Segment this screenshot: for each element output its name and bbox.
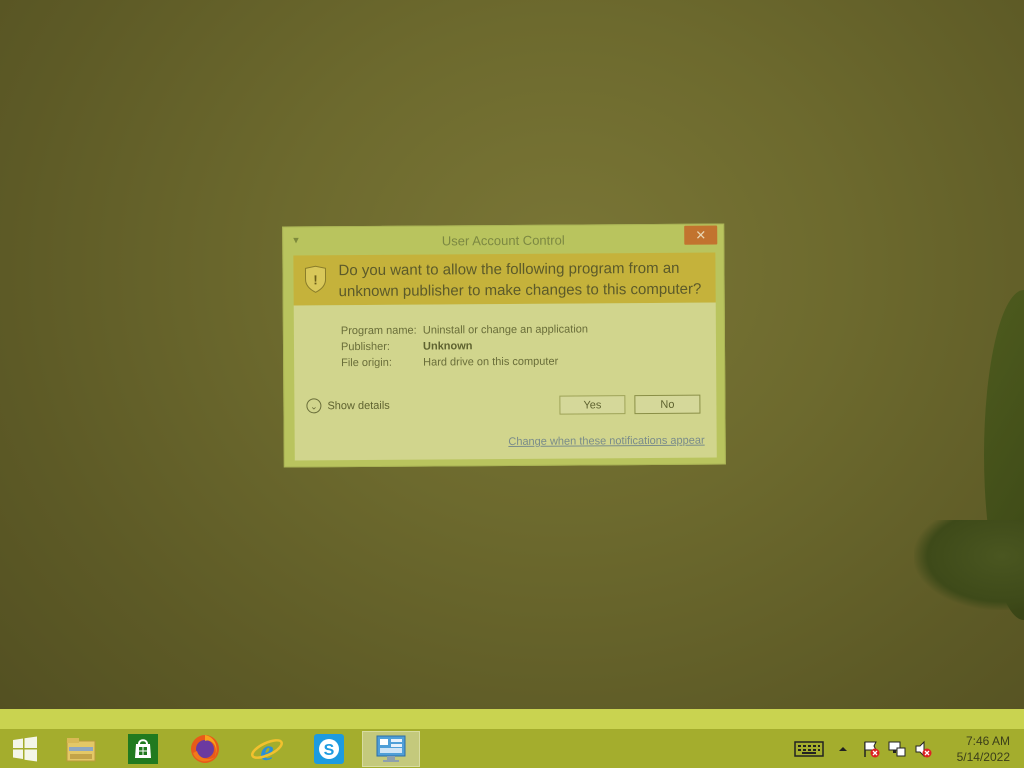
svg-text:!: !: [313, 272, 317, 287]
taskbar-uac-window[interactable]: [362, 731, 420, 767]
dialog-title: User Account Control: [441, 232, 565, 249]
yes-button[interactable]: Yes: [559, 395, 626, 415]
detail-value: Unknown: [422, 340, 473, 353]
network-icon[interactable]: [888, 740, 906, 758]
firefox-icon: [191, 735, 219, 763]
system-tray: [794, 729, 932, 768]
detail-key: File origin:: [341, 356, 392, 370]
clock-date: 5/14/2022: [956, 750, 1010, 764]
volume-muted-icon[interactable]: [914, 740, 932, 758]
taskbar: e S 7:46 AM 5/14/2022: [0, 709, 1024, 768]
show-details-label: Show details: [327, 399, 390, 412]
action-center-flag-icon[interactable]: [862, 740, 880, 758]
detail-key: Program name:: [340, 324, 417, 338]
control-panel-icon: [376, 735, 406, 762]
taskbar-skype[interactable]: S: [300, 731, 358, 767]
store-bag-icon: [128, 734, 158, 764]
detail-row-file-origin: File origin: Hard drive on this computer: [341, 356, 558, 370]
notification-settings-link[interactable]: Change when these notifications appear: [508, 435, 704, 448]
detail-key: Publisher:: [340, 340, 390, 354]
uac-question: Do you want to allow the following progr…: [338, 259, 702, 301]
taskbar-firefox[interactable]: [176, 731, 234, 767]
uac-dialog: ▾ User Account Control ✕ ! Do you want t…: [282, 223, 726, 468]
start-button[interactable]: [0, 731, 50, 767]
taskbar-store[interactable]: [114, 731, 172, 767]
detail-row-program-name: Program name: Uninstall or change an appl…: [341, 323, 588, 337]
keyboard-icon[interactable]: [794, 740, 824, 758]
detail-value: Hard drive on this computer: [423, 355, 559, 369]
ie-icon: e: [251, 734, 283, 765]
taskbar-internet-explorer[interactable]: e: [238, 731, 296, 767]
taskbar-file-explorer[interactable]: [52, 731, 110, 767]
detail-value: Uninstall or change an application: [422, 323, 589, 337]
clock-time: 7:46 AM: [965, 734, 1010, 748]
skype-icon: S: [314, 734, 344, 764]
svg-text:S: S: [324, 742, 335, 759]
svg-text:e: e: [260, 734, 273, 765]
chevron-down-icon: ⌄: [306, 398, 322, 414]
show-details-toggle[interactable]: ⌄ Show details: [306, 398, 390, 414]
dialog-titlebar: ▾ User Account Control ✕: [283, 224, 723, 255]
detail-row-publisher: Publisher: Unknown: [341, 340, 473, 353]
dialog-body: Program name: Uninstall or change an appl…: [293, 302, 717, 461]
taskbar-highlight: [0, 709, 1024, 729]
uac-shield-icon: !: [304, 265, 327, 293]
warning-banner: ! Do you want to allow the following pro…: [293, 252, 716, 306]
windows-logo-icon: [13, 736, 37, 762]
chevron-up-icon[interactable]: [838, 745, 848, 753]
close-button[interactable]: ✕: [684, 225, 718, 245]
taskbar-clock[interactable]: 7:46 AM 5/14/2022: [957, 733, 1010, 765]
folder-icon: [66, 738, 96, 762]
no-button[interactable]: No: [634, 394, 701, 415]
desktop-wallpaper-leaf-shadow: [914, 520, 1024, 610]
